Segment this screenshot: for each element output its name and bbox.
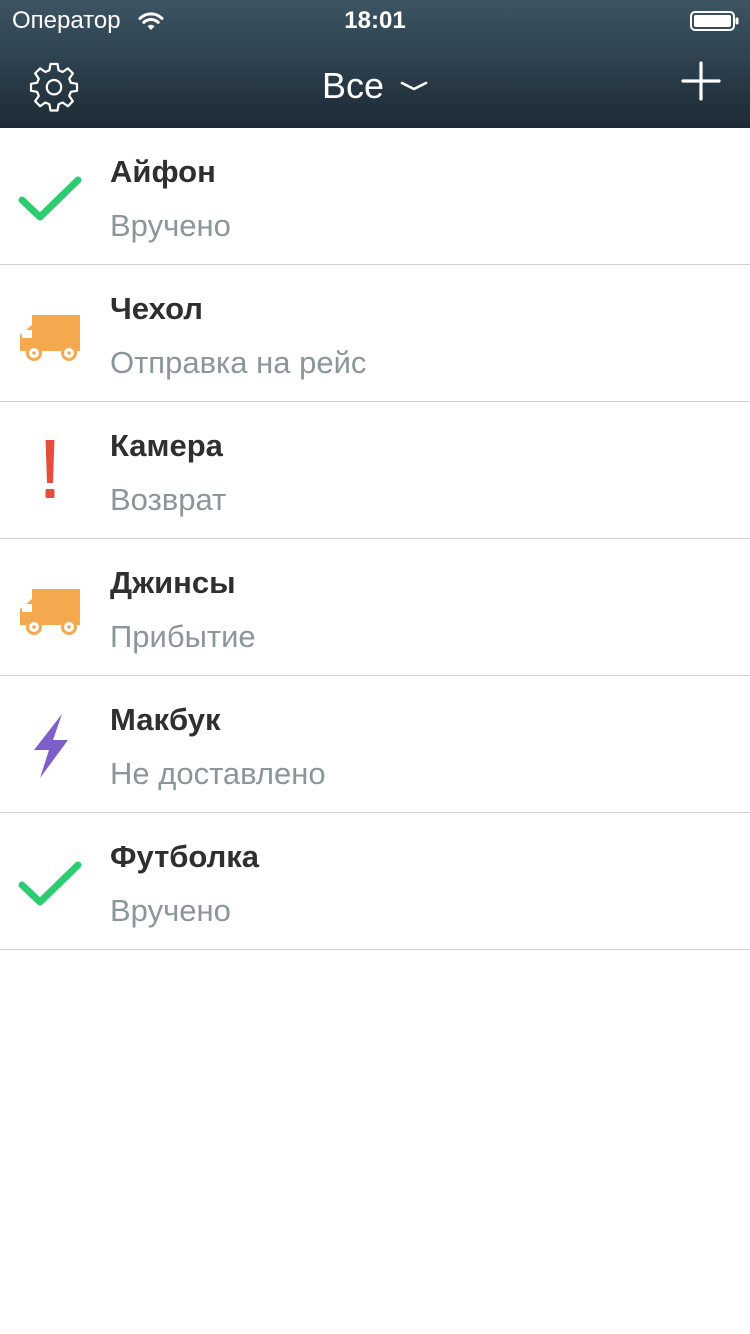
item-title: Футболка xyxy=(110,839,260,874)
battery-icon xyxy=(690,11,739,31)
list-item[interactable]: Джинсы Прибытие xyxy=(0,539,750,676)
list-item[interactable]: Камера Возврат xyxy=(0,402,750,539)
shipment-list: Айфон Вручено Чехол Отправка на рейс Кам… xyxy=(0,128,750,950)
nav-bar: Все xyxy=(0,40,750,128)
filter-label: Все xyxy=(322,65,385,106)
check-icon xyxy=(18,861,82,906)
list-item[interactable]: Айфон Вручено xyxy=(0,128,750,265)
list-item[interactable]: Футболка Вручено xyxy=(0,813,750,950)
item-title: Джинсы xyxy=(110,565,236,600)
truck-icon xyxy=(20,589,80,635)
header: Оператор 18:01 Все xyxy=(0,0,750,128)
item-status: Вручено xyxy=(110,208,231,243)
item-status: Отправка на рейс xyxy=(110,345,367,380)
settings-button[interactable] xyxy=(28,60,80,112)
clock: 18:01 xyxy=(344,7,406,34)
chevron-down-icon xyxy=(400,81,428,91)
item-status: Вручено xyxy=(110,893,231,928)
item-status: Не доставлено xyxy=(110,756,326,791)
truck-icon xyxy=(20,315,80,361)
item-status: Возврат xyxy=(110,482,227,517)
item-title: Макбук xyxy=(110,702,221,737)
list-item[interactable]: Макбук Не доставлено xyxy=(0,676,750,813)
check-icon xyxy=(18,176,82,221)
plus-icon xyxy=(681,61,721,101)
status-bar: Оператор 18:01 xyxy=(0,0,750,40)
list-item[interactable]: Чехол Отправка на рейс xyxy=(0,265,750,402)
item-title: Айфон xyxy=(110,154,216,189)
item-title: Камера xyxy=(110,428,223,463)
item-title: Чехол xyxy=(110,291,203,326)
filter-dropdown[interactable]: Все xyxy=(300,60,450,112)
add-button[interactable] xyxy=(680,60,722,102)
lightning-icon xyxy=(34,714,68,778)
gear-icon xyxy=(29,62,79,112)
exclamation-icon xyxy=(45,440,55,498)
app-screen: Оператор 18:01 Все Айфон Вручено Чехол О… xyxy=(0,0,750,1334)
item-status: Прибытие xyxy=(110,619,256,654)
